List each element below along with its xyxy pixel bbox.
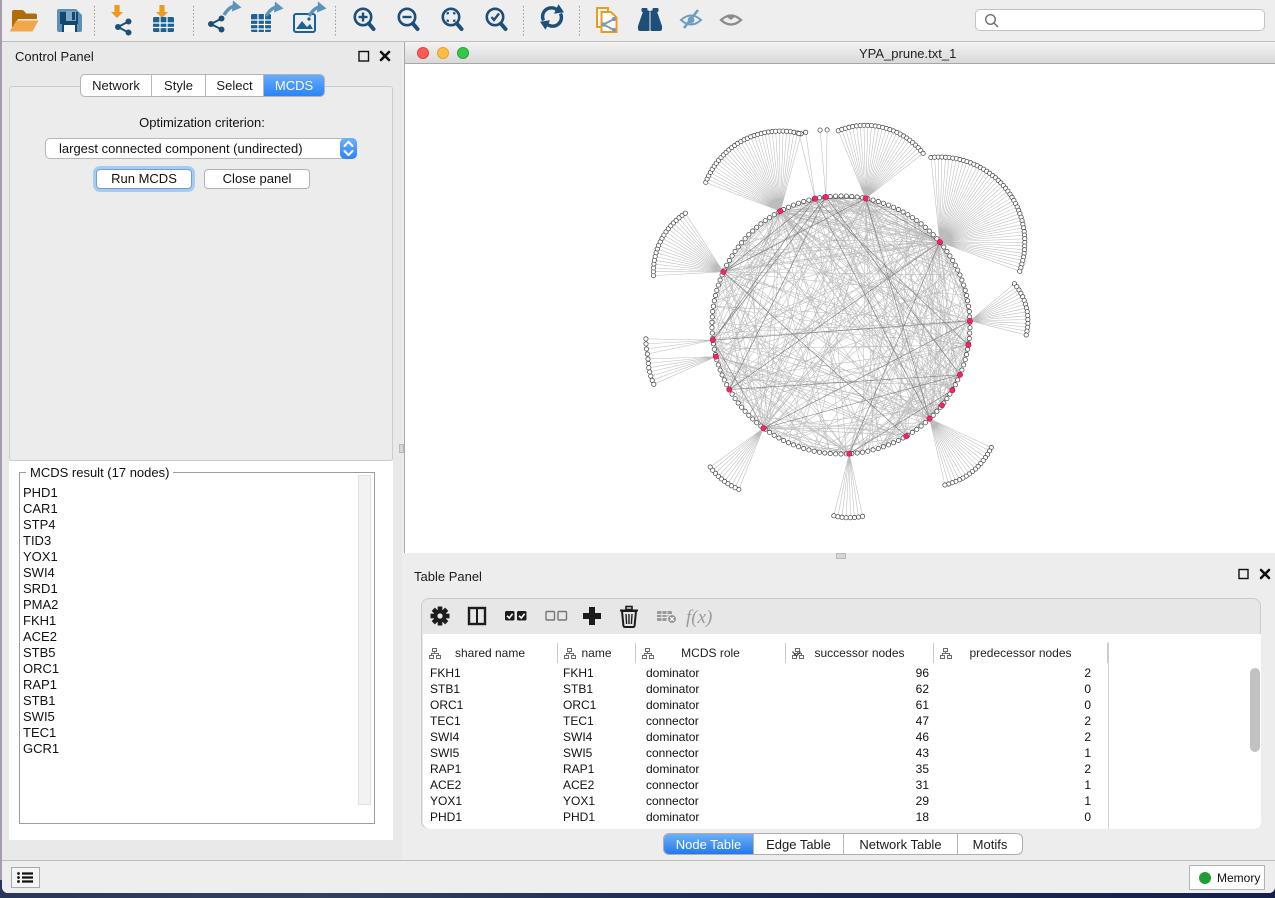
svg-text:f(x): f(x) [686,607,712,628]
